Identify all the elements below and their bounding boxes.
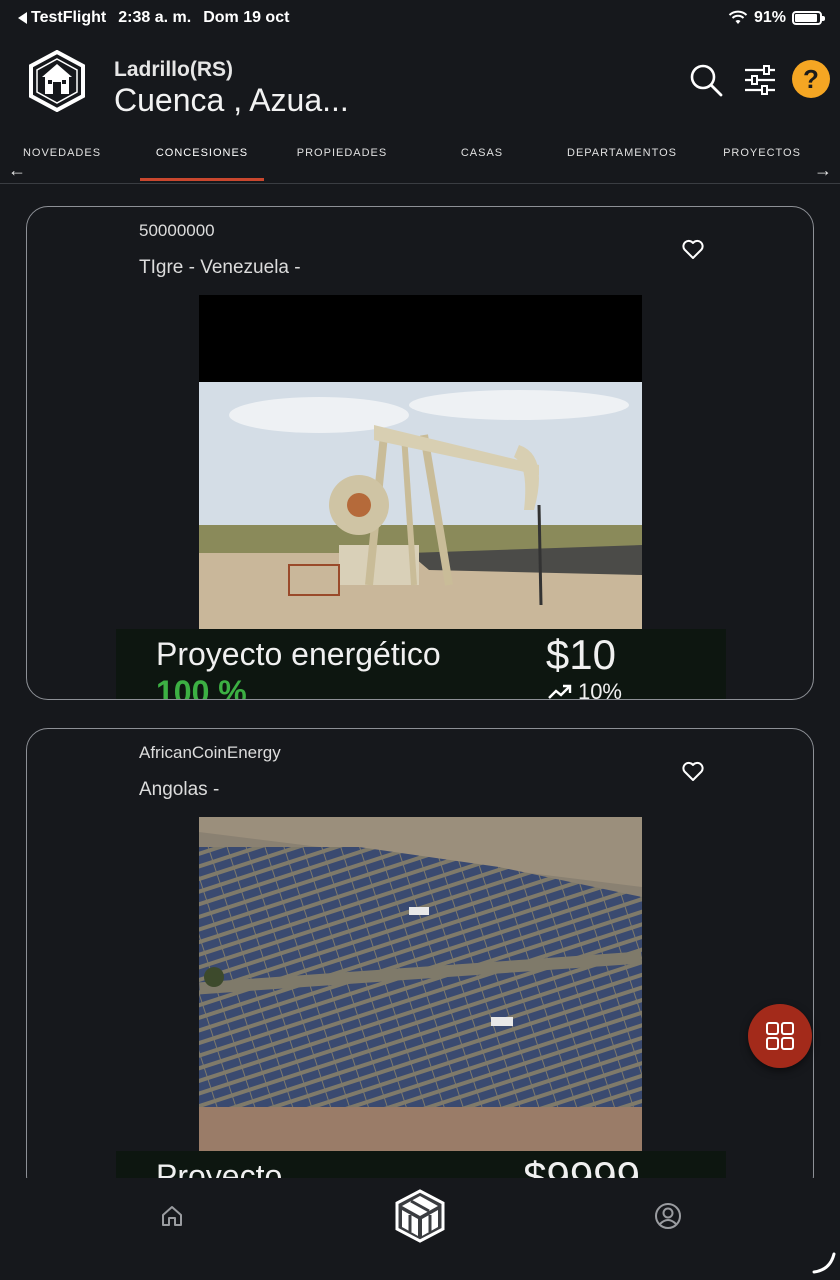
filter-sliders-icon[interactable] [742, 62, 778, 98]
tab-propiedades[interactable]: PROPIEDADES [282, 147, 402, 159]
arrow-right-icon[interactable]: → [814, 160, 832, 181]
house-logo-icon[interactable] [26, 50, 88, 112]
card-location: TIgre - Venezuela - [139, 257, 301, 278]
concession-card[interactable]: 50000000 TIgre - Venezuela - Proyecto en… [26, 206, 814, 700]
category-tabs: NOVEDADES CONCESIONES PROPIEDADES CASAS … [0, 136, 840, 184]
status-time: 2:38 a. m. [118, 9, 192, 26]
active-tab-indicator [140, 178, 264, 181]
tab-departamentos[interactable]: DEPARTAMENTOS [560, 147, 684, 159]
status-date: Dom 19 oct [203, 9, 290, 26]
grid-icon [766, 1022, 794, 1050]
card-title: Proyecto energético 100 % [156, 635, 456, 700]
battery-icon [792, 11, 825, 25]
card-info-overlay: Proyecto energético 100 % $10 10% [116, 629, 726, 700]
tab-casas[interactable]: CASAS [440, 147, 524, 159]
concession-card[interactable]: AfricanCoinEnergy Angolas - Proyecto $99… [26, 728, 814, 1198]
oil-pumpjack-image [199, 295, 642, 629]
search-icon[interactable] [688, 62, 724, 98]
profile-icon[interactable] [654, 1202, 682, 1230]
battery-percent: 91% [753, 9, 786, 26]
tab-novedades[interactable]: NOVEDADES [18, 147, 106, 159]
back-to-app-link[interactable]: TestFlight [18, 9, 106, 27]
wifi-icon [728, 10, 748, 24]
card-owner: 50000000 [139, 221, 215, 240]
card-price: $10 [545, 631, 616, 678]
bottom-navigation [0, 1178, 840, 1280]
card-trend: 10% [548, 679, 622, 699]
brand-name: Ladrillo(RS) [114, 58, 233, 81]
grid-view-button[interactable] [748, 1004, 812, 1068]
tab-proyectos[interactable]: PROYECTOS [716, 147, 808, 159]
card-percent: 100 % [156, 674, 247, 700]
favorite-heart-icon[interactable] [681, 759, 705, 783]
solar-farm-image [199, 817, 642, 1151]
status-bar: TestFlight 2:38 a. m. Dom 19 oct 91% [0, 0, 840, 36]
resize-handle-icon [812, 1252, 836, 1274]
location-selector[interactable]: Cuenca , Azua... [114, 82, 349, 119]
trending-up-icon [548, 684, 572, 699]
back-app-label: TestFlight [31, 9, 107, 26]
home-icon[interactable] [160, 1204, 184, 1228]
favorite-heart-icon[interactable] [681, 237, 705, 261]
help-button[interactable]: ? [792, 60, 830, 98]
tab-concesiones[interactable]: CONCESIONES [140, 147, 264, 159]
arrow-left-icon[interactable]: ← [8, 160, 26, 181]
cube-logo-icon[interactable] [392, 1188, 448, 1244]
back-arrow-icon [18, 12, 27, 24]
card-owner: AfricanCoinEnergy [139, 743, 281, 762]
card-location: Angolas - [139, 779, 220, 800]
app-header: Ladrillo(RS) Cuenca , Azua... ? [0, 40, 840, 126]
